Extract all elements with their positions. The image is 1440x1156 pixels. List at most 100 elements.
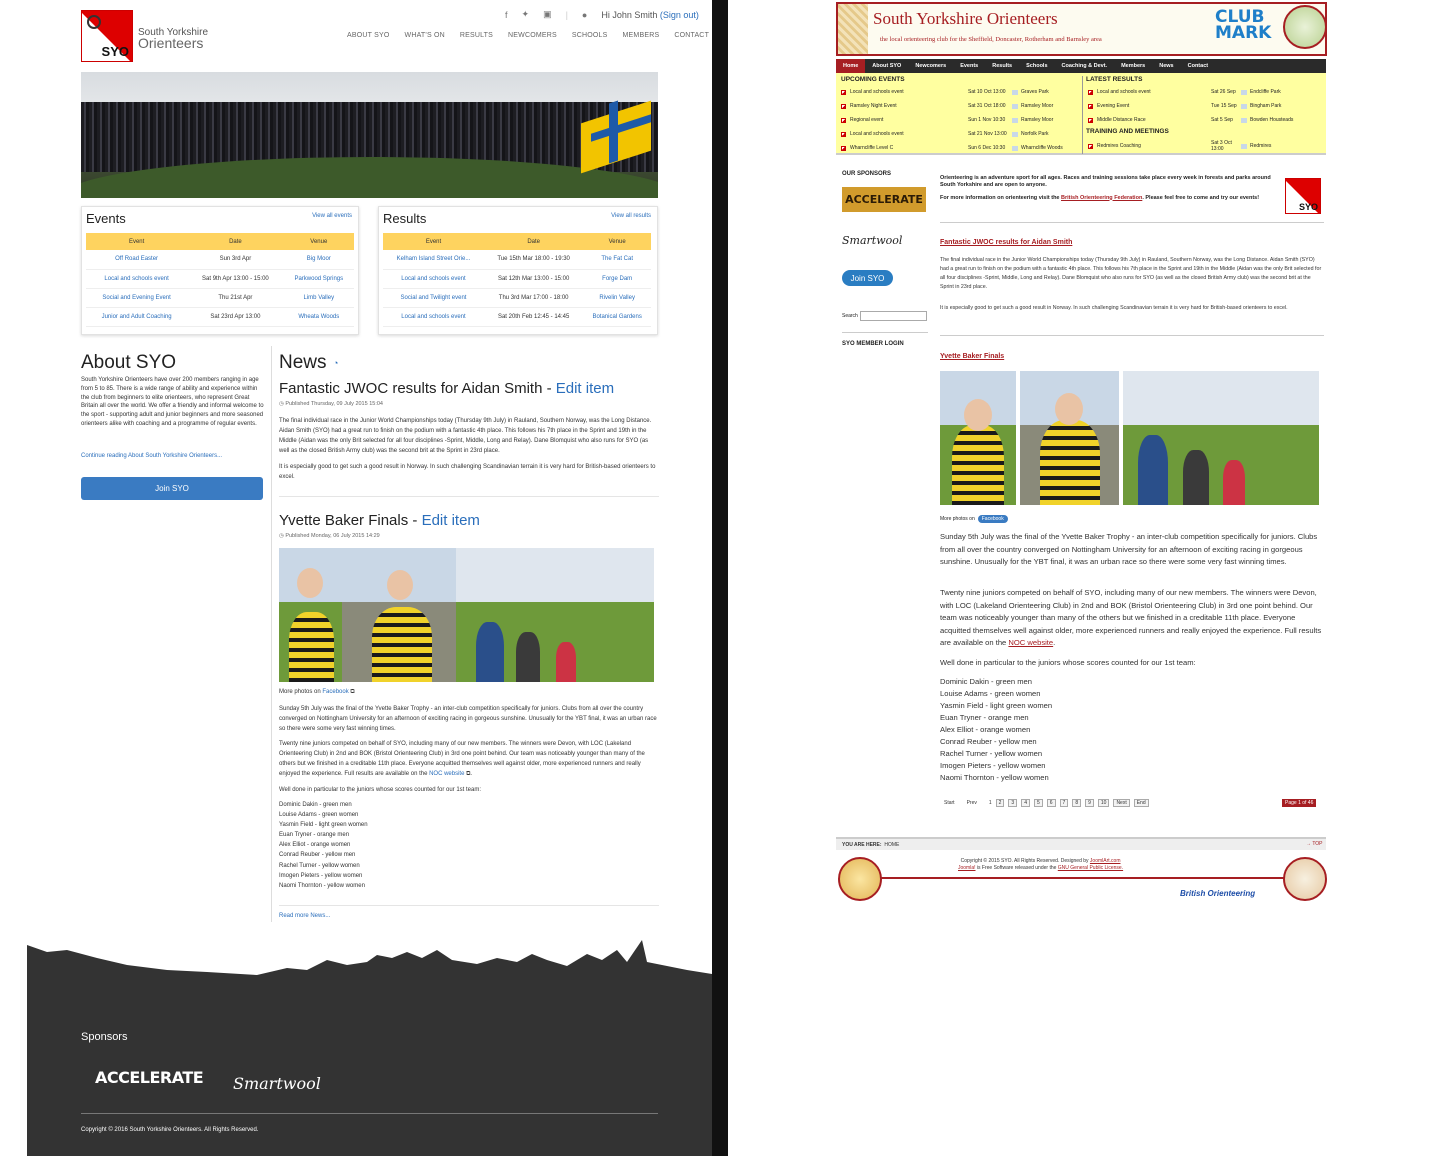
upcoming-row[interactable]: Ramsley Night Event Sat 31 Oct 18:00 Ramsl…	[841, 103, 1053, 109]
accelerate-logo[interactable]: ACCELERATE	[842, 187, 926, 212]
joomla-link[interactable]: Joomla!	[958, 865, 976, 871]
venue-link[interactable]: Botanical Gardens	[592, 314, 641, 320]
social-bar: f ✦ ▣ | ● Hi John Smith (Sign out)	[505, 9, 699, 20]
gnu-link[interactable]: GNU General Public License.	[1058, 865, 1123, 871]
venue-link[interactable]: Rivelin Valley	[599, 295, 635, 301]
result-link[interactable]: Social and Twilight event	[401, 295, 467, 301]
search-input[interactable]	[860, 311, 927, 321]
venue-link[interactable]: Big Moor	[307, 256, 331, 262]
nav-members[interactable]: MEMBERS	[623, 32, 660, 39]
old-nav-newcomers[interactable]: Newcomers	[908, 63, 953, 69]
continue-reading-link[interactable]: Continue reading About South Yorkshire O…	[81, 453, 222, 459]
event-date: Thu 21st Apr	[187, 288, 284, 308]
nav-newcomers[interactable]: NEWCOMERS	[508, 32, 557, 39]
view-all-results-link[interactable]: View all results	[611, 213, 651, 219]
member-login-title[interactable]: SYO MEMBER LOGIN	[842, 341, 904, 347]
bof-link[interactable]: British Orienteering Federation	[1061, 195, 1142, 201]
list-item: Alex Elliot - orange women	[279, 842, 351, 849]
old-nav-schools[interactable]: Schools	[1019, 63, 1054, 69]
old-nav-results[interactable]: Results	[985, 63, 1019, 69]
upcoming-row[interactable]: Wharncliffe Level C Sun 6 Dec 10:30 Wharnc…	[841, 145, 1063, 151]
twitter-icon[interactable]: ✦	[522, 9, 530, 20]
edit-item-link[interactable]: Edit item	[556, 380, 614, 397]
upcoming-row[interactable]: Local and schools event Sat 10 Oct 13:00 G…	[841, 89, 1049, 95]
old-nav-contact[interactable]: Contact	[1181, 63, 1215, 69]
edit-item-link[interactable]: Edit item	[422, 512, 480, 529]
smartwool-logo[interactable]: Smartwool	[233, 1074, 321, 1093]
facebook-link[interactable]: Facebook	[322, 689, 348, 695]
venue-link[interactable]: The Fat Cat	[601, 256, 633, 262]
page-link[interactable]: 6	[1046, 799, 1056, 807]
page-link[interactable]: 3	[1008, 799, 1018, 807]
col-event: Event	[86, 233, 188, 250]
nav-about[interactable]: ABOUT SYO	[347, 32, 390, 39]
venue-link[interactable]: Forge Dam	[602, 276, 632, 282]
page-link[interactable]: 4	[1021, 799, 1030, 807]
breadcrumb: YOU ARE HERE: HOME	[836, 837, 1326, 850]
facebook-icon[interactable]: f	[505, 10, 508, 20]
page-end[interactable]: End	[1133, 799, 1149, 807]
noc-website-link[interactable]: NOC website	[1008, 638, 1053, 647]
page-link[interactable]: 9	[1085, 799, 1094, 807]
top-link[interactable]: → TOP	[1306, 841, 1323, 847]
page-next[interactable]: Next	[1113, 799, 1130, 807]
nav-contact[interactable]: CONTACT	[674, 32, 709, 39]
upcoming-row[interactable]: Regional event Sun 1 Nov 10:30 Ramsley Moo…	[841, 117, 1053, 123]
facebook-button[interactable]: Facebook	[977, 515, 1008, 523]
upcoming-row[interactable]: Local and schools event Sat 21 Nov 13:00 N…	[841, 131, 1049, 137]
join-syo-button[interactable]: Join SYO	[81, 477, 263, 500]
article2-p3: Well done in particular to the juniors w…	[279, 787, 481, 793]
old-nav-about[interactable]: About SYO	[865, 63, 908, 69]
british-orienteering-logo[interactable]: British Orienteering	[1180, 889, 1255, 898]
syo-logo[interactable]: SYO	[81, 10, 133, 62]
nav-schools[interactable]: SCHOOLS	[572, 32, 608, 39]
page-start[interactable]: Start	[944, 800, 955, 806]
result-link[interactable]: Local and schools event	[401, 314, 465, 320]
old-nav-coaching[interactable]: Coaching & Devt.	[1055, 63, 1115, 69]
old-nav-home[interactable]: Home	[836, 59, 866, 73]
page-link[interactable]: 1	[989, 800, 992, 806]
venue-link[interactable]: Limb Valley	[304, 295, 335, 301]
signout-link[interactable]: (Sign out)	[660, 10, 699, 20]
venue-link[interactable]: Wheata Woods	[298, 314, 339, 320]
read-more-news-link[interactable]: Read more News...	[279, 913, 330, 919]
event-link[interactable]: Local and schools event	[104, 276, 168, 282]
latest-row[interactable]: Middle Distance Race Sat 5 Sep Bowden Hous…	[1088, 117, 1293, 123]
accelerate-logo[interactable]: ACCELERATE	[95, 1068, 204, 1087]
breadcrumb-home[interactable]: HOME	[884, 842, 899, 848]
view-all-events-link[interactable]: View all events	[312, 213, 352, 219]
divider	[712, 0, 728, 1156]
latest-row[interactable]: Local and schools event Sat 26 Sep Endclif…	[1088, 89, 1281, 95]
training-row[interactable]: Redmires Coaching Sat 3 Oct 13:00 Redmires	[1088, 140, 1271, 152]
article1-title[interactable]: Fantastic JWOC results for Aidan Smith	[940, 239, 1072, 246]
old-nav-news[interactable]: News	[1152, 63, 1180, 69]
venue-link[interactable]: Parkwood Springs	[294, 276, 343, 282]
article2-photos[interactable]	[940, 371, 1319, 505]
old-site-title[interactable]: South Yorkshire Orienteers	[873, 9, 1058, 29]
page-prev[interactable]: Prev	[967, 800, 977, 806]
latest-row[interactable]: Evening Event Tue 15 Sep Bingham Park	[1088, 103, 1281, 109]
event-link[interactable]: Junior and Adult Coaching	[102, 314, 172, 320]
result-link[interactable]: Kelham Island Street Orie...	[397, 256, 471, 262]
page-link[interactable]: 7	[1059, 799, 1069, 807]
old-nav-members[interactable]: Members	[1114, 63, 1152, 69]
nav-whats-on[interactable]: WHAT'S ON	[405, 32, 445, 39]
page-link[interactable]: 5	[1033, 799, 1043, 807]
result-link[interactable]: Local and schools event	[401, 276, 465, 282]
event-link[interactable]: Social and Evening Event	[102, 295, 170, 301]
old-nav-events[interactable]: Events	[953, 63, 985, 69]
nav-results[interactable]: RESULTS	[460, 32, 493, 39]
brand-name[interactable]: South Yorkshire Orienteers	[138, 27, 208, 50]
rss-icon[interactable]: ◔	[333, 358, 341, 368]
joomlart-link[interactable]: JoomlArt.com	[1090, 858, 1121, 864]
page-link[interactable]: 8	[1072, 799, 1082, 807]
flickr-icon[interactable]: ▣	[543, 9, 552, 20]
article2-title[interactable]: Yvette Baker Finals	[940, 353, 1004, 360]
page-link[interactable]: 2	[995, 799, 1005, 807]
article2-photos[interactable]	[279, 548, 654, 682]
noc-website-link[interactable]: NOC website	[429, 771, 464, 777]
event-link[interactable]: Off Road Easter	[115, 256, 158, 262]
join-syo-button[interactable]: Join SYO	[842, 270, 893, 286]
page-link[interactable]: 10	[1097, 799, 1110, 807]
smartwool-logo[interactable]: Smartwool	[842, 234, 902, 247]
